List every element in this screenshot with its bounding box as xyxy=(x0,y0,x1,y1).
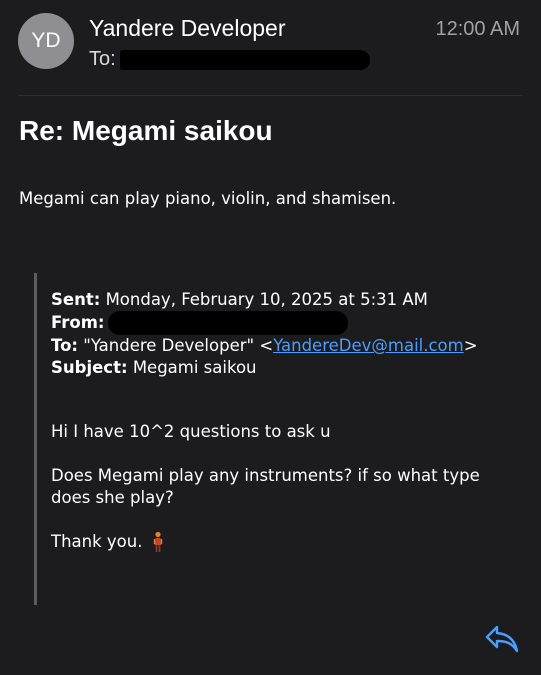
avatar[interactable]: YD xyxy=(18,13,74,69)
quoted-to-name: "Yandere Developer" < xyxy=(83,336,274,355)
email-body: Megami can play piano, violin, and shami… xyxy=(19,189,397,208)
quoted-from-row: From: xyxy=(51,311,521,335)
quoted-to-label: To: xyxy=(51,336,78,355)
recipient-row: To: xyxy=(89,48,370,71)
quoted-line-2: Does Megami play any instruments? if so … xyxy=(51,466,480,507)
quoted-line-1: Hi I have 10^2 questions to ask u xyxy=(51,422,331,441)
quoted-subject-value: Megami saikou xyxy=(132,358,257,377)
person-figure-icon xyxy=(152,531,164,553)
quoted-to-row: To: "Yandere Developer" <YandereDev@mail… xyxy=(51,335,521,357)
quoted-thanks: Thank you. xyxy=(51,532,143,551)
email-subject: Re: Megami saikou xyxy=(19,115,273,146)
quote-bar xyxy=(34,273,37,605)
quoted-to-close: > xyxy=(463,336,478,355)
redacted-recipient xyxy=(119,49,370,70)
quoted-sent-row: Sent: Monday, February 10, 2025 at 5:31 … xyxy=(51,289,521,311)
quoted-to-email-link[interactable]: YandereDev@mail.com xyxy=(273,336,464,355)
quoted-message: Sent: Monday, February 10, 2025 at 5:31 … xyxy=(51,289,521,553)
sender-name[interactable]: Yandere Developer xyxy=(89,15,285,42)
quoted-thanks-row: Thank you. xyxy=(51,531,521,553)
reply-arrow-icon xyxy=(484,624,520,658)
sent-label: Sent: xyxy=(51,290,101,309)
redacted-sender xyxy=(108,311,349,335)
quoted-subject-row: Subject: Megami saikou xyxy=(51,357,521,379)
avatar-initials: YD xyxy=(31,29,61,52)
header-divider xyxy=(18,95,523,96)
sent-value: Monday, February 10, 2025 at 5:31 AM xyxy=(105,290,428,309)
from-label: From: xyxy=(51,313,105,332)
to-label: To: xyxy=(89,48,116,70)
timestamp: 12:00 AM xyxy=(435,18,520,40)
reply-button[interactable] xyxy=(483,622,521,660)
quoted-subject-label: Subject: xyxy=(51,358,128,377)
